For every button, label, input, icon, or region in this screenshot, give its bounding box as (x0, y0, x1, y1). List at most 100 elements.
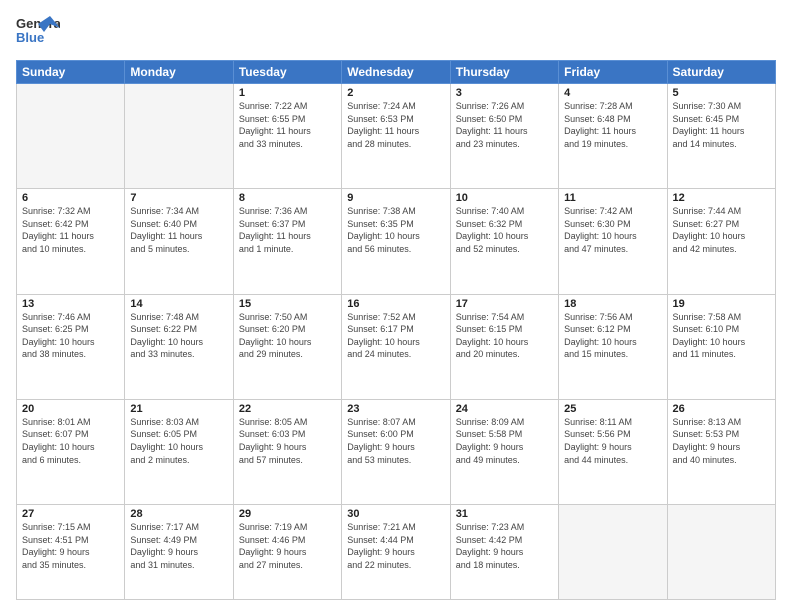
day-number: 15 (239, 298, 336, 310)
day-info: Sunrise: 7:22 AM Sunset: 6:55 PM Dayligh… (239, 100, 336, 150)
calendar-cell (667, 505, 775, 600)
calendar-day-header: Wednesday (342, 61, 450, 84)
calendar-cell: 5Sunrise: 7:30 AM Sunset: 6:45 PM Daylig… (667, 84, 775, 189)
day-number: 20 (22, 403, 119, 415)
calendar-day-header: Monday (125, 61, 233, 84)
calendar-cell: 24Sunrise: 8:09 AM Sunset: 5:58 PM Dayli… (450, 399, 558, 504)
calendar-day-header: Tuesday (233, 61, 341, 84)
day-number: 9 (347, 192, 444, 204)
day-info: Sunrise: 7:36 AM Sunset: 6:37 PM Dayligh… (239, 205, 336, 255)
calendar-cell: 8Sunrise: 7:36 AM Sunset: 6:37 PM Daylig… (233, 189, 341, 294)
logo: GeneralBlue (16, 12, 60, 52)
day-info: Sunrise: 8:13 AM Sunset: 5:53 PM Dayligh… (673, 416, 770, 466)
day-number: 26 (673, 403, 770, 415)
calendar-cell: 17Sunrise: 7:54 AM Sunset: 6:15 PM Dayli… (450, 294, 558, 399)
calendar-cell: 9Sunrise: 7:38 AM Sunset: 6:35 PM Daylig… (342, 189, 450, 294)
day-number: 13 (22, 298, 119, 310)
calendar-table: SundayMondayTuesdayWednesdayThursdayFrid… (16, 60, 776, 600)
header: GeneralBlue (16, 12, 776, 52)
day-number: 29 (239, 508, 336, 520)
day-info: Sunrise: 7:19 AM Sunset: 4:46 PM Dayligh… (239, 521, 336, 571)
calendar-cell (559, 505, 667, 600)
calendar-cell: 14Sunrise: 7:48 AM Sunset: 6:22 PM Dayli… (125, 294, 233, 399)
calendar-day-header: Sunday (17, 61, 125, 84)
calendar-cell: 6Sunrise: 7:32 AM Sunset: 6:42 PM Daylig… (17, 189, 125, 294)
day-info: Sunrise: 7:17 AM Sunset: 4:49 PM Dayligh… (130, 521, 227, 571)
day-info: Sunrise: 7:38 AM Sunset: 6:35 PM Dayligh… (347, 205, 444, 255)
day-number: 27 (22, 508, 119, 520)
day-info: Sunrise: 8:03 AM Sunset: 6:05 PM Dayligh… (130, 416, 227, 466)
day-number: 7 (130, 192, 227, 204)
calendar-cell: 27Sunrise: 7:15 AM Sunset: 4:51 PM Dayli… (17, 505, 125, 600)
day-number: 6 (22, 192, 119, 204)
calendar-cell (17, 84, 125, 189)
day-number: 22 (239, 403, 336, 415)
calendar-cell: 31Sunrise: 7:23 AM Sunset: 4:42 PM Dayli… (450, 505, 558, 600)
calendar-cell: 28Sunrise: 7:17 AM Sunset: 4:49 PM Dayli… (125, 505, 233, 600)
day-number: 24 (456, 403, 553, 415)
day-info: Sunrise: 7:23 AM Sunset: 4:42 PM Dayligh… (456, 521, 553, 571)
day-info: Sunrise: 8:05 AM Sunset: 6:03 PM Dayligh… (239, 416, 336, 466)
calendar-cell: 18Sunrise: 7:56 AM Sunset: 6:12 PM Dayli… (559, 294, 667, 399)
calendar-cell: 13Sunrise: 7:46 AM Sunset: 6:25 PM Dayli… (17, 294, 125, 399)
day-info: Sunrise: 7:50 AM Sunset: 6:20 PM Dayligh… (239, 311, 336, 361)
calendar-cell: 29Sunrise: 7:19 AM Sunset: 4:46 PM Dayli… (233, 505, 341, 600)
calendar-header-row: SundayMondayTuesdayWednesdayThursdayFrid… (17, 61, 776, 84)
calendar-cell: 4Sunrise: 7:28 AM Sunset: 6:48 PM Daylig… (559, 84, 667, 189)
day-info: Sunrise: 7:40 AM Sunset: 6:32 PM Dayligh… (456, 205, 553, 255)
calendar-cell: 11Sunrise: 7:42 AM Sunset: 6:30 PM Dayli… (559, 189, 667, 294)
calendar-cell (125, 84, 233, 189)
calendar-day-header: Thursday (450, 61, 558, 84)
calendar-cell: 30Sunrise: 7:21 AM Sunset: 4:44 PM Dayli… (342, 505, 450, 600)
day-number: 5 (673, 87, 770, 99)
day-info: Sunrise: 7:56 AM Sunset: 6:12 PM Dayligh… (564, 311, 661, 361)
day-number: 23 (347, 403, 444, 415)
day-info: Sunrise: 8:01 AM Sunset: 6:07 PM Dayligh… (22, 416, 119, 466)
day-number: 31 (456, 508, 553, 520)
day-info: Sunrise: 7:26 AM Sunset: 6:50 PM Dayligh… (456, 100, 553, 150)
calendar-cell: 20Sunrise: 8:01 AM Sunset: 6:07 PM Dayli… (17, 399, 125, 504)
calendar-cell: 25Sunrise: 8:11 AM Sunset: 5:56 PM Dayli… (559, 399, 667, 504)
day-info: Sunrise: 7:54 AM Sunset: 6:15 PM Dayligh… (456, 311, 553, 361)
calendar-day-header: Friday (559, 61, 667, 84)
day-info: Sunrise: 7:48 AM Sunset: 6:22 PM Dayligh… (130, 311, 227, 361)
day-number: 2 (347, 87, 444, 99)
calendar-cell: 16Sunrise: 7:52 AM Sunset: 6:17 PM Dayli… (342, 294, 450, 399)
calendar-cell: 7Sunrise: 7:34 AM Sunset: 6:40 PM Daylig… (125, 189, 233, 294)
calendar-cell: 10Sunrise: 7:40 AM Sunset: 6:32 PM Dayli… (450, 189, 558, 294)
calendar-cell: 3Sunrise: 7:26 AM Sunset: 6:50 PM Daylig… (450, 84, 558, 189)
day-number: 14 (130, 298, 227, 310)
day-info: Sunrise: 7:21 AM Sunset: 4:44 PM Dayligh… (347, 521, 444, 571)
day-info: Sunrise: 7:46 AM Sunset: 6:25 PM Dayligh… (22, 311, 119, 361)
calendar-cell: 26Sunrise: 8:13 AM Sunset: 5:53 PM Dayli… (667, 399, 775, 504)
calendar-cell: 22Sunrise: 8:05 AM Sunset: 6:03 PM Dayli… (233, 399, 341, 504)
calendar-cell: 15Sunrise: 7:50 AM Sunset: 6:20 PM Dayli… (233, 294, 341, 399)
calendar-cell: 23Sunrise: 8:07 AM Sunset: 6:00 PM Dayli… (342, 399, 450, 504)
svg-text:Blue: Blue (16, 30, 44, 45)
logo-icon: GeneralBlue (16, 12, 60, 52)
day-info: Sunrise: 8:07 AM Sunset: 6:00 PM Dayligh… (347, 416, 444, 466)
calendar-cell: 12Sunrise: 7:44 AM Sunset: 6:27 PM Dayli… (667, 189, 775, 294)
calendar-day-header: Saturday (667, 61, 775, 84)
day-number: 28 (130, 508, 227, 520)
day-number: 3 (456, 87, 553, 99)
day-number: 10 (456, 192, 553, 204)
day-info: Sunrise: 7:30 AM Sunset: 6:45 PM Dayligh… (673, 100, 770, 150)
calendar-cell: 19Sunrise: 7:58 AM Sunset: 6:10 PM Dayli… (667, 294, 775, 399)
calendar-cell: 2Sunrise: 7:24 AM Sunset: 6:53 PM Daylig… (342, 84, 450, 189)
day-info: Sunrise: 7:32 AM Sunset: 6:42 PM Dayligh… (22, 205, 119, 255)
day-info: Sunrise: 7:24 AM Sunset: 6:53 PM Dayligh… (347, 100, 444, 150)
day-number: 25 (564, 403, 661, 415)
day-number: 8 (239, 192, 336, 204)
calendar-cell: 21Sunrise: 8:03 AM Sunset: 6:05 PM Dayli… (125, 399, 233, 504)
day-info: Sunrise: 8:09 AM Sunset: 5:58 PM Dayligh… (456, 416, 553, 466)
day-number: 21 (130, 403, 227, 415)
day-number: 16 (347, 298, 444, 310)
day-info: Sunrise: 7:58 AM Sunset: 6:10 PM Dayligh… (673, 311, 770, 361)
day-number: 30 (347, 508, 444, 520)
day-number: 12 (673, 192, 770, 204)
calendar-cell: 1Sunrise: 7:22 AM Sunset: 6:55 PM Daylig… (233, 84, 341, 189)
day-info: Sunrise: 8:11 AM Sunset: 5:56 PM Dayligh… (564, 416, 661, 466)
day-info: Sunrise: 7:52 AM Sunset: 6:17 PM Dayligh… (347, 311, 444, 361)
day-info: Sunrise: 7:44 AM Sunset: 6:27 PM Dayligh… (673, 205, 770, 255)
